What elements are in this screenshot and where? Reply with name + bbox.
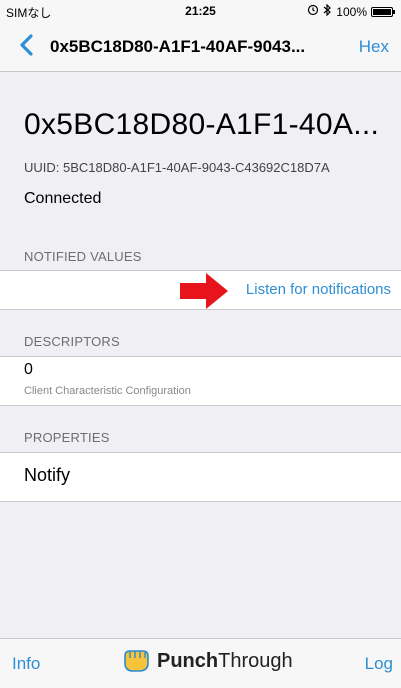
battery-icon xyxy=(371,6,395,17)
brand-regular: Through xyxy=(218,649,293,672)
red-arrow-icon xyxy=(180,273,228,309)
info-button[interactable]: Info xyxy=(12,654,40,674)
property-value: Notify xyxy=(24,465,71,485)
listen-for-notifications-button[interactable]: Listen for notifications xyxy=(246,281,391,298)
punchthrough-logo: PunchThrough xyxy=(121,648,293,674)
properties-header: PROPERTIES xyxy=(24,430,110,445)
brand-bold: Punch xyxy=(157,649,219,672)
characteristic-title: 0x5BC18D80-A1F1-40A... xyxy=(24,108,380,141)
fist-logo-icon xyxy=(124,650,149,672)
notified-values-cell: Listen for notifications xyxy=(0,270,401,310)
connection-status: Connected xyxy=(24,190,102,207)
descriptors-header: DESCRIPTORS xyxy=(24,334,120,349)
bluetooth-icon xyxy=(323,3,332,19)
properties-row: Notify xyxy=(0,452,401,502)
characteristic-header: 0x5BC18D80-A1F1-40A... UUID: 5BC18D80-A1… xyxy=(0,72,401,232)
navigation-bar: 0x5BC18D80-A1F1-40AF-9043... Hex xyxy=(0,22,401,72)
uuid-label: UUID: 5BC18D80-A1F1-40AF-9043-C43692C18D… xyxy=(24,160,330,175)
chevron-left-icon xyxy=(20,34,33,56)
descriptor-value: 0 xyxy=(24,361,33,378)
alarm-icon xyxy=(307,4,319,19)
status-right: 100% xyxy=(307,3,395,19)
back-button[interactable] xyxy=(16,30,40,60)
descriptor-row[interactable]: 0 Client Characteristic Configuration xyxy=(0,356,401,406)
descriptor-name: Client Characteristic Configuration xyxy=(24,385,191,397)
log-button[interactable]: Log xyxy=(365,654,393,674)
notified-values-header: NOTIFIED VALUES xyxy=(24,249,142,264)
status-bar: SIMなし 21:25 100% xyxy=(0,0,401,22)
bottom-toolbar: Info PunchThrough Log xyxy=(0,638,401,688)
battery-percent: 100% xyxy=(336,4,367,19)
brand-wordmark: PunchThrough xyxy=(157,650,293,673)
hex-button[interactable]: Hex xyxy=(359,37,389,57)
nav-title: 0x5BC18D80-A1F1-40AF-9043... xyxy=(50,37,306,56)
battery-fill xyxy=(373,8,391,15)
